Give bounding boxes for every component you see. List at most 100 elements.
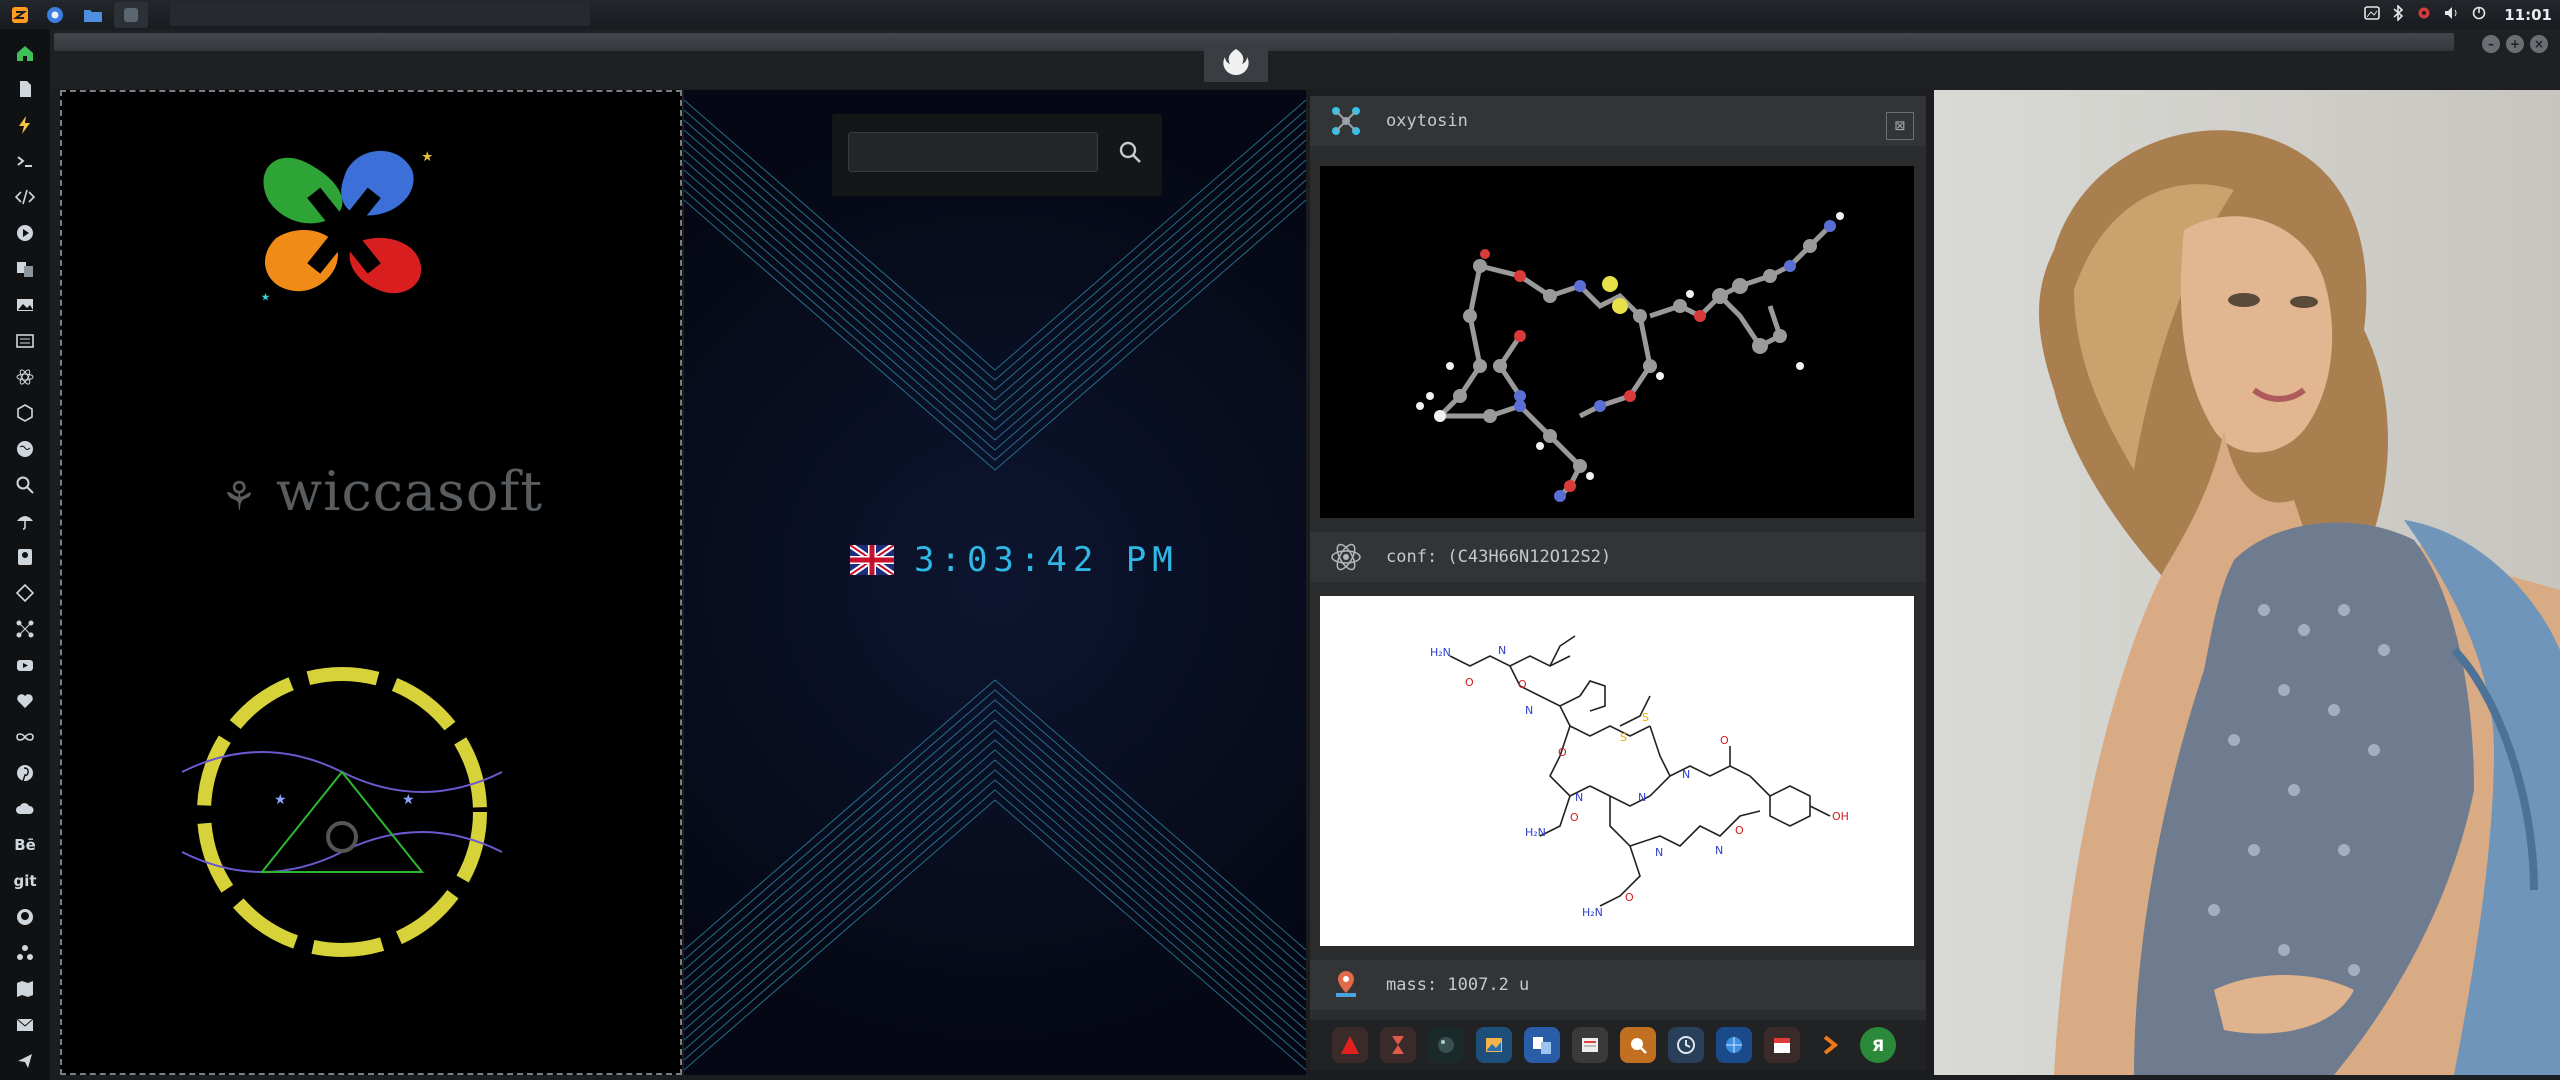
photos-icon[interactable]: [1476, 1027, 1512, 1063]
lightning-icon[interactable]: [7, 107, 43, 143]
minimize-button[interactable]: –: [2482, 35, 2500, 53]
chromium-icon[interactable]: [38, 2, 72, 28]
hourglass-icon[interactable]: [1380, 1027, 1416, 1063]
atom-icon: [1331, 543, 1361, 571]
tag-icon[interactable]: [7, 575, 43, 611]
clock[interactable]: 11:01: [2504, 6, 2552, 24]
task-strip[interactable]: [170, 2, 590, 26]
uk-flag-icon[interactable]: [850, 545, 894, 575]
svg-text:H₂N: H₂N: [1525, 826, 1546, 839]
adobe-icon[interactable]: [1332, 1027, 1368, 1063]
bluetooth-icon[interactable]: [2392, 3, 2404, 25]
image-icon[interactable]: [2364, 5, 2381, 24]
document-icon[interactable]: [7, 71, 43, 107]
heart-icon[interactable]: [7, 683, 43, 719]
svg-text:N: N: [1682, 768, 1690, 781]
share-icon[interactable]: [7, 1043, 43, 1079]
home-icon[interactable]: [7, 35, 43, 71]
conformation-row: conf: (C43H66N12O12S2): [1310, 532, 1926, 582]
contacts-icon[interactable]: [7, 539, 43, 575]
mass-row: mass: 1007.2 u: [1310, 960, 1926, 1010]
svg-text:N: N: [1655, 846, 1663, 859]
window-header: – + ×: [50, 29, 2560, 89]
globe-icon[interactable]: [1716, 1027, 1752, 1063]
gear-icon[interactable]: [2416, 5, 2432, 25]
maximize-button[interactable]: +: [2506, 35, 2524, 53]
svg-text:N: N: [1525, 704, 1533, 717]
pinterest-icon[interactable]: [7, 755, 43, 791]
image-icon[interactable]: [7, 287, 43, 323]
rebel-alliance-icon[interactable]: [1204, 42, 1268, 82]
molecule-name: oxytosin: [1386, 111, 1468, 131]
left-dock: Bē git: [0, 29, 50, 1080]
yandex-icon[interactable]: Я: [1860, 1027, 1896, 1063]
system-tray: 11:01: [2364, 0, 2552, 29]
terminal-icon[interactable]: [7, 143, 43, 179]
feather-icon: ⚘: [220, 474, 258, 520]
svg-text:★: ★: [402, 792, 415, 808]
volume-icon[interactable]: [2444, 6, 2460, 24]
play-icon[interactable]: [7, 215, 43, 251]
cloud-icon[interactable]: [7, 791, 43, 827]
power-icon[interactable]: [2472, 6, 2486, 24]
umbrella-icon[interactable]: [7, 503, 43, 539]
svg-text:N: N: [1498, 644, 1506, 657]
molecule-icon: [1332, 107, 1360, 135]
svg-text:O: O: [1558, 746, 1567, 759]
infinity-icon[interactable]: [7, 719, 43, 755]
svg-text:N: N: [1575, 791, 1583, 804]
files-icon[interactable]: [76, 2, 110, 28]
git-icon[interactable]: git: [7, 863, 43, 899]
close-icon[interactable]: ⊠: [1886, 112, 1914, 140]
photo-image: [2039, 130, 2560, 1075]
behance-icon[interactable]: Bē: [7, 827, 43, 863]
news-icon[interactable]: [7, 323, 43, 359]
search-icon[interactable]: [1110, 132, 1150, 172]
map-icon[interactable]: [7, 971, 43, 1007]
youtube-icon[interactable]: [7, 647, 43, 683]
clock-icon[interactable]: [1668, 1027, 1704, 1063]
molecule-2d-structure[interactable]: H₂N O N N O S S O N H₂N N N O OH H₂N O N…: [1320, 596, 1914, 946]
svg-text:★: ★: [261, 291, 270, 303]
search-icon[interactable]: [1620, 1027, 1656, 1063]
svg-text:O: O: [1625, 891, 1634, 904]
network-icon[interactable]: [7, 611, 43, 647]
occult-emblem: ★ ★: [182, 667, 502, 957]
code-icon[interactable]: [7, 179, 43, 215]
map-pin-icon: [1336, 971, 1356, 997]
svg-text:S: S: [1642, 711, 1649, 724]
search-input[interactable]: [848, 132, 1098, 172]
molecule-3d-view[interactable]: [1320, 166, 1914, 518]
clock-panel: 3:03:42 PM: [684, 90, 1306, 1075]
svg-text:O: O: [1518, 678, 1527, 691]
search-widget: [832, 114, 1162, 196]
svg-text:★: ★: [274, 792, 287, 808]
news-icon[interactable]: [1572, 1027, 1608, 1063]
svg-text:N: N: [1638, 791, 1646, 804]
svg-text:H₂N: H₂N: [1430, 646, 1451, 659]
svg-text:O: O: [1720, 734, 1729, 747]
globe-icon[interactable]: [7, 431, 43, 467]
github-icon[interactable]: [7, 899, 43, 935]
translate-icon[interactable]: [7, 251, 43, 287]
close-button[interactable]: ×: [2530, 35, 2548, 53]
planet-icon[interactable]: [1428, 1027, 1464, 1063]
chevron-background: [684, 99, 1306, 1071]
active-window-icon[interactable]: [114, 1, 148, 28]
mail-icon[interactable]: [7, 1007, 43, 1043]
puzzle-icon[interactable]: [7, 935, 43, 971]
svg-text:N: N: [1715, 844, 1723, 857]
search-icon[interactable]: [7, 467, 43, 503]
react-icon[interactable]: [7, 359, 43, 395]
svg-text:S: S: [1620, 731, 1627, 744]
conformation-text: conf: (C43H66N12O12S2): [1386, 547, 1612, 567]
svg-text:★: ★: [421, 149, 433, 165]
translate-icon[interactable]: [1524, 1027, 1560, 1063]
system-top-bar: 11:01: [0, 0, 2560, 29]
chevron-right-icon[interactable]: [1812, 1027, 1848, 1063]
molecule-header: oxytosin ⊠: [1310, 96, 1926, 146]
hexagon-icon[interactable]: [7, 395, 43, 431]
clock-row: 3:03:42 PM: [850, 540, 1179, 580]
launcher-icon[interactable]: [6, 3, 34, 27]
calendar-icon[interactable]: [1764, 1027, 1800, 1063]
